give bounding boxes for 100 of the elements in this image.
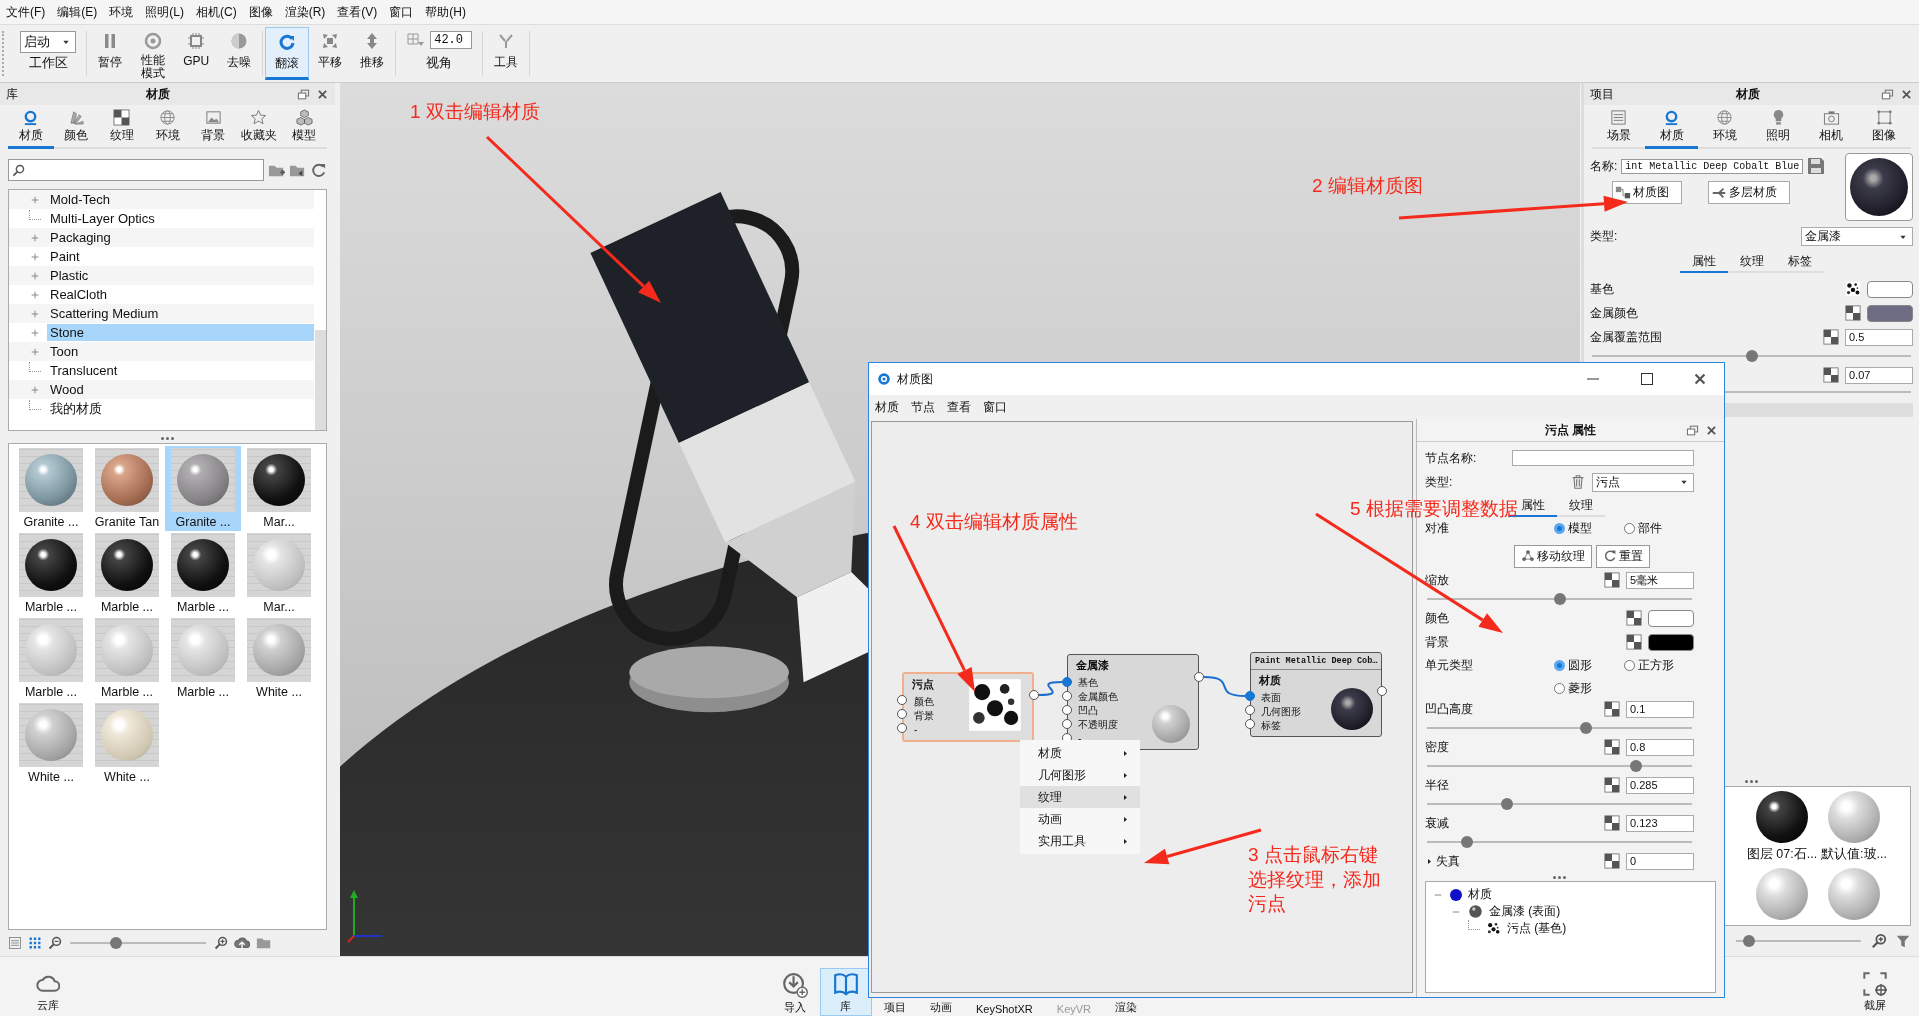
property-tab[interactable]: 标签	[1775, 252, 1824, 273]
radio-option[interactable]: 圆形	[1554, 657, 1624, 674]
color-swatch[interactable]	[1867, 280, 1913, 298]
bottom-tab[interactable]: 库	[819, 968, 872, 1016]
menu-item[interactable]: 帮助(H)	[425, 3, 466, 21]
slider-thumb[interactable]	[1500, 798, 1513, 810]
bottom-tab[interactable]: KeyShotXR	[963, 1001, 1045, 1016]
menu-item[interactable]: 照明(L)	[145, 3, 184, 21]
node-name-field[interactable]	[1512, 450, 1694, 466]
number-field[interactable]: 0.07	[1845, 366, 1913, 384]
tree-item[interactable]: 我的材质	[47, 398, 314, 419]
project-tab[interactable]: 材质	[1645, 105, 1699, 149]
toolbar-button[interactable]: 翻滚	[265, 27, 310, 80]
number-field[interactable]: 0	[1626, 852, 1694, 870]
radio-option[interactable]: 菱形	[1554, 680, 1624, 697]
cloud-library-button[interactable]: 云库	[24, 970, 72, 1014]
menu-item[interactable]: 窗口	[389, 3, 414, 21]
grid-view-icon[interactable]	[28, 936, 42, 950]
field-of-view-field[interactable]: 42.0	[430, 31, 472, 49]
name-field[interactable]: int Metallic Deep Cobalt Blue	[1621, 158, 1804, 174]
close-icon[interactable]	[1692, 371, 1708, 387]
menu-item[interactable]: 图像	[248, 3, 273, 21]
panel-button[interactable]: 材质图	[1612, 181, 1682, 204]
library-tab[interactable]: 背景	[190, 105, 236, 149]
port-handle[interactable]	[897, 723, 907, 733]
slider-thumb[interactable]	[1742, 935, 1755, 947]
tree-item[interactable]: 污点 (基色)	[1507, 920, 1567, 937]
bottom-tab[interactable]: 项目	[871, 998, 918, 1016]
slider-thumb[interactable]	[1745, 350, 1758, 362]
number-field[interactable]: 0.123	[1626, 814, 1694, 832]
action-button[interactable]: 移动纹理	[1514, 544, 1592, 568]
property-tab[interactable]: 纹理	[1727, 252, 1776, 273]
library-tab[interactable]: 收藏夹	[235, 105, 282, 149]
checker-icon[interactable]	[1626, 634, 1642, 650]
save-icon[interactable]	[1807, 157, 1826, 175]
slider-thumb[interactable]	[1553, 593, 1566, 605]
radio-button[interactable]	[1554, 660, 1565, 671]
type-dropdown[interactable]: 金属漆	[1801, 227, 1913, 246]
radio-button[interactable]	[1624, 523, 1635, 534]
port-handle[interactable]	[897, 695, 907, 705]
tools-button[interactable]: 工具	[485, 27, 527, 80]
slider-thumb[interactable]	[110, 937, 123, 949]
radio-button[interactable]	[1554, 683, 1565, 694]
number-field[interactable]: 0.1	[1626, 700, 1694, 718]
workspace-dropdown[interactable]: 启动	[20, 31, 76, 53]
project-tab[interactable]: 照明	[1751, 105, 1805, 149]
bottom-tab[interactable]: 导入	[769, 970, 820, 1016]
number-field[interactable]: 5毫米	[1626, 571, 1694, 589]
toolbar-button[interactable]: 性能模式	[131, 27, 175, 80]
tree-item[interactable]: RealCloth	[47, 286, 314, 303]
property-tab[interactable]: 纹理	[1557, 496, 1605, 517]
port-handle[interactable]	[1062, 719, 1072, 729]
menu-item[interactable]: 窗口	[983, 398, 1007, 416]
library-tab[interactable]: 模型	[281, 105, 328, 149]
slider-thumb[interactable]	[1580, 722, 1592, 734]
restore-icon[interactable]	[1686, 423, 1699, 437]
port-handle[interactable]	[1245, 691, 1255, 701]
menu-item[interactable]: 相机(C)	[196, 3, 237, 21]
toolbar-button[interactable]: 推移	[351, 27, 394, 80]
material-thumbnail[interactable]: 图层 07:石...	[1746, 791, 1818, 864]
port-handle[interactable]	[1029, 690, 1039, 700]
checker-icon[interactable]	[1823, 329, 1839, 345]
restore-icon[interactable]	[297, 87, 310, 101]
zoom-out-icon[interactable]	[48, 936, 62, 950]
panel-button[interactable]: 多层材质	[1708, 181, 1790, 204]
scrollbar[interactable]	[315, 330, 326, 430]
port-handle[interactable]	[897, 709, 907, 719]
zoom-in-icon[interactable]	[1871, 933, 1887, 949]
menu-item[interactable]: 纹理	[1020, 786, 1140, 808]
radio-option[interactable]: 正方形	[1624, 657, 1694, 674]
checker-icon[interactable]	[1823, 367, 1839, 383]
library-tab[interactable]: 环境	[144, 105, 191, 149]
tree-item[interactable]: Translucent	[47, 362, 314, 379]
checker-icon[interactable]	[1604, 701, 1620, 717]
checker-icon[interactable]	[1604, 777, 1620, 793]
property-tab[interactable]: 属性	[1679, 252, 1728, 273]
menu-item[interactable]: 实用工具	[1020, 830, 1140, 852]
color-swatch[interactable]	[1867, 304, 1913, 322]
port-handle[interactable]	[1245, 705, 1255, 715]
menu-item[interactable]: 材质	[875, 398, 899, 416]
radio-button[interactable]	[1624, 660, 1635, 671]
radio-option[interactable]: 模型	[1554, 520, 1624, 537]
slider-thumb[interactable]	[1460, 836, 1473, 848]
toolbar-button[interactable]: 暂停	[89, 27, 131, 80]
port-handle[interactable]	[1377, 686, 1387, 696]
trash-icon[interactable]	[1570, 474, 1586, 490]
zoom-in-icon[interactable]	[214, 936, 228, 950]
menu-item[interactable]: 节点	[911, 398, 935, 416]
close-icon[interactable]	[316, 87, 329, 101]
graph-node[interactable]: 污点 颜色 背景 -	[902, 672, 1034, 742]
checker-icon[interactable]	[1626, 610, 1642, 626]
material-thumbnail[interactable]: Granite ...	[165, 446, 241, 531]
checker-icon[interactable]	[1604, 572, 1620, 588]
screenshot-button[interactable]: 截屏	[1851, 970, 1899, 1014]
library-tab[interactable]: 纹理	[99, 105, 145, 149]
list-icon[interactable]	[8, 936, 22, 950]
bottom-tab[interactable]: 渲染	[1103, 998, 1150, 1016]
project-tab[interactable]: 相机	[1804, 105, 1858, 149]
action-button[interactable]: 重置	[1596, 544, 1650, 568]
group-header[interactable]: 失真	[1425, 852, 1460, 870]
